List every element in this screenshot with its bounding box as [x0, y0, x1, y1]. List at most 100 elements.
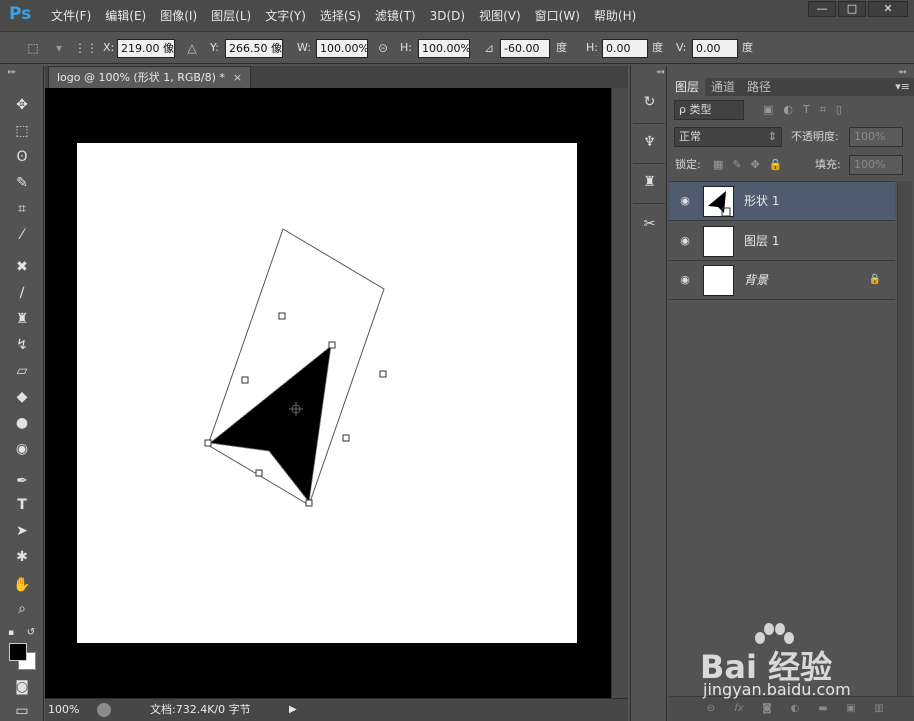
- canvas-area[interactable]: [45, 88, 611, 698]
- hand-tool-icon[interactable]: ✋: [8, 574, 36, 596]
- y-input[interactable]: 266.50 像: [225, 39, 283, 58]
- lasso-tool-icon[interactable]: ʘ: [8, 146, 36, 168]
- tab-channels[interactable]: 通道: [705, 78, 741, 96]
- quick-mask-icon[interactable]: ◙: [8, 676, 36, 698]
- panel-menu-icon[interactable]: ▾≡: [895, 78, 910, 96]
- menu-filter[interactable]: 滤镜(T): [368, 0, 423, 32]
- shape-layer-drawing[interactable]: [77, 143, 577, 643]
- maximize-button[interactable]: □: [838, 1, 866, 17]
- eyedropper-tool-icon[interactable]: ⁄: [8, 224, 36, 246]
- foreground-color-swatch[interactable]: [9, 643, 27, 661]
- canvas-vertical-scrollbar[interactable]: [611, 88, 628, 698]
- transform-handle-top[interactable]: [278, 312, 286, 320]
- add-mask-icon[interactable]: ◙: [759, 702, 775, 716]
- close-document-icon[interactable]: ×: [233, 71, 242, 84]
- arrow-shape[interactable]: [208, 344, 332, 504]
- move-tool-icon[interactable]: ✥: [8, 94, 36, 116]
- menu-image[interactable]: 图像(I): [153, 0, 204, 32]
- menu-window[interactable]: 窗口(W): [528, 0, 587, 32]
- new-layer-icon[interactable]: ▣: [843, 702, 859, 716]
- document-canvas[interactable]: [77, 143, 577, 643]
- healing-brush-tool-icon[interactable]: ✖: [8, 256, 36, 278]
- hskew-input[interactable]: 0.00: [602, 39, 648, 58]
- layers-scrollbar[interactable]: [897, 181, 912, 696]
- transform-handle-top-left[interactable]: [241, 376, 249, 384]
- reference-point-icon[interactable]: ⋮⋮: [74, 40, 98, 56]
- height-input[interactable]: 100.00%: [418, 39, 470, 58]
- minimize-button[interactable]: —: [808, 1, 836, 17]
- layer-row-layer-1[interactable]: ◉ 图层 1: [669, 222, 895, 261]
- vskew-input[interactable]: 0.00: [692, 39, 738, 58]
- paint-bucket-tool-icon[interactable]: ◆: [8, 386, 36, 408]
- relative-position-icon[interactable]: △: [183, 40, 201, 56]
- filter-type-icons[interactable]: ▣◐T⌗▯: [763, 103, 852, 117]
- layers-panel-collapse-icon[interactable]: ◂◂: [669, 66, 914, 78]
- menu-layer[interactable]: 图层(L): [204, 0, 258, 32]
- toolbar-grip-icon[interactable]: ▸▸: [0, 66, 43, 78]
- layer-row-shape-1[interactable]: ◉ 形状 1: [669, 182, 895, 221]
- history-panel-icon[interactable]: ↻: [637, 90, 662, 115]
- pen-tool-icon[interactable]: ✒: [8, 470, 36, 492]
- angle-input[interactable]: -60.00: [500, 39, 550, 58]
- lock-option-icons[interactable]: ▦✎✥🔒: [713, 155, 792, 175]
- adjustment-layer-icon[interactable]: ◐: [787, 702, 803, 716]
- screen-mode-icon[interactable]: ▭: [8, 700, 36, 721]
- visibility-eye-icon[interactable]: ◉: [678, 235, 692, 247]
- clone-source-icon[interactable]: ♜: [637, 170, 662, 195]
- history-brush-tool-icon[interactable]: ↯: [8, 334, 36, 356]
- transform-handle-bottom-left[interactable]: [255, 469, 263, 477]
- quick-select-tool-icon[interactable]: ✎: [8, 172, 36, 194]
- layer-style-icon[interactable]: fx: [731, 702, 747, 716]
- transform-handle-bottom[interactable]: [305, 499, 313, 507]
- document-tab[interactable]: logo @ 100% (形状 1, RGB/8) * ×: [48, 66, 252, 88]
- menu-edit[interactable]: 编辑(E): [98, 0, 153, 32]
- blur-tool-icon[interactable]: ●: [8, 412, 36, 434]
- filter-kind-select[interactable]: ρ 类型: [674, 100, 744, 120]
- transform-tool-icon[interactable]: ⬚: [24, 40, 42, 56]
- transform-handle-top-right[interactable]: [328, 341, 336, 349]
- menu-3d[interactable]: 3D(D): [423, 0, 472, 32]
- link-layers-icon[interactable]: ⊝: [703, 702, 719, 716]
- visibility-eye-icon[interactable]: ◉: [678, 195, 692, 207]
- zoom-tool-icon[interactable]: ⌕: [8, 598, 36, 620]
- clone-stamp-tool-icon[interactable]: ♜: [8, 308, 36, 330]
- path-selection-tool-icon[interactable]: ➤: [8, 520, 36, 542]
- marquee-tool-icon[interactable]: ⬚: [8, 120, 36, 142]
- opacity-input[interactable]: 100%: [849, 127, 903, 147]
- brush-presets-icon[interactable]: ♆: [637, 130, 662, 155]
- status-info-icon[interactable]: [97, 703, 111, 717]
- transform-handle-right[interactable]: [379, 370, 387, 378]
- tab-layers[interactable]: 图层: [669, 78, 706, 96]
- link-icon[interactable]: ⊝: [374, 40, 392, 56]
- swap-colors-icon[interactable]: ↺: [24, 622, 38, 644]
- menu-type[interactable]: 文字(Y): [258, 0, 313, 32]
- fill-input[interactable]: 100%: [849, 155, 903, 175]
- brush-tool-icon[interactable]: ∕: [8, 282, 36, 304]
- menu-help[interactable]: 帮助(H): [587, 0, 643, 32]
- dock-collapse-icon[interactable]: ◂◂: [631, 66, 668, 78]
- tab-paths[interactable]: 路径: [741, 78, 777, 96]
- width-input[interactable]: 100.00%: [316, 39, 368, 58]
- eraser-tool-icon[interactable]: ▱: [8, 360, 36, 382]
- dodge-tool-icon[interactable]: ◉: [8, 438, 36, 460]
- custom-shape-tool-icon[interactable]: ✱: [8, 546, 36, 568]
- close-window-button[interactable]: ✕: [868, 1, 908, 17]
- preset-dropdown-icon[interactable]: ▾: [50, 40, 68, 56]
- layer-row-background[interactable]: ◉ 背景 🔒: [669, 261, 895, 300]
- new-group-icon[interactable]: ▬: [815, 702, 831, 716]
- blend-mode-select[interactable]: 正常 ⇕: [674, 127, 782, 147]
- tool-presets-icon[interactable]: ✂: [637, 212, 662, 237]
- zoom-level[interactable]: 100%: [48, 699, 79, 720]
- menu-file[interactable]: 文件(F): [44, 0, 98, 32]
- status-menu-arrow-icon[interactable]: ▶: [289, 699, 297, 720]
- crop-tool-icon[interactable]: ⌗: [8, 198, 36, 220]
- default-colors-icon[interactable]: ▪: [4, 622, 18, 644]
- delete-layer-icon[interactable]: ▥: [871, 702, 887, 716]
- x-input[interactable]: 219.00 像: [117, 39, 175, 58]
- type-tool-icon[interactable]: T: [8, 494, 36, 516]
- transform-handle-left[interactable]: [204, 439, 212, 447]
- menu-select[interactable]: 选择(S): [313, 0, 368, 32]
- visibility-eye-icon[interactable]: ◉: [678, 274, 692, 286]
- menu-view[interactable]: 视图(V): [472, 0, 528, 32]
- transform-handle-bottom-right[interactable]: [342, 434, 350, 442]
